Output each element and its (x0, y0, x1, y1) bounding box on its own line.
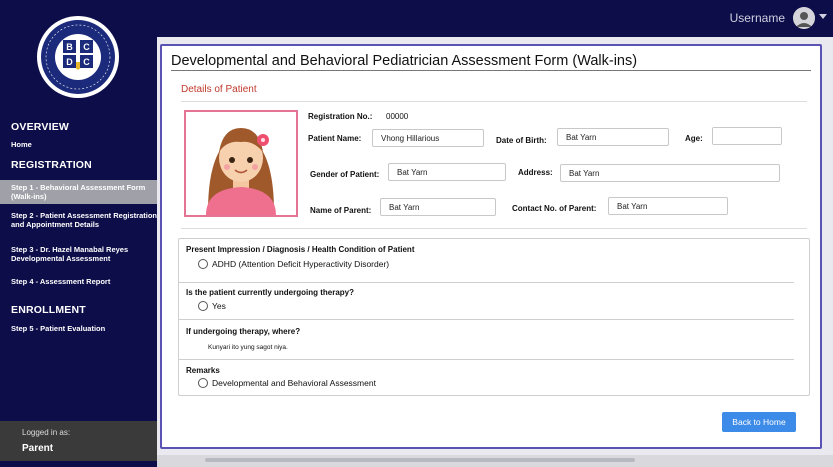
horizontal-scrollbar[interactable] (205, 458, 635, 462)
sidebar-item-step2[interactable]: Step 2 - Patient Assessment Registration… (0, 211, 157, 229)
logged-in-panel: Logged in as: Parent (0, 421, 157, 461)
section-title-details: Details of Patient (181, 84, 257, 95)
radio-remarks[interactable] (198, 378, 208, 388)
assessment-form-card: Developmental and Behavioral Pediatricia… (160, 44, 822, 449)
logged-in-label: Logged in as: (22, 428, 71, 437)
age-label: Age: (685, 134, 703, 143)
radio-adhd[interactable] (198, 259, 208, 269)
back-to-home-button[interactable]: Back to Home (722, 412, 796, 432)
info-divider (181, 228, 807, 229)
therapy-where-answer: Kunyari ito yung sagot niya. (208, 344, 288, 351)
svg-text:C: C (83, 57, 90, 67)
patient-photo (184, 110, 298, 217)
radio-yes[interactable] (198, 301, 208, 311)
sidebar-item-home[interactable]: Home (0, 140, 157, 149)
therapy-where-label: If undergoing therapy, where? (186, 327, 301, 336)
patient-name-label: Patient Name: (308, 134, 362, 143)
contact-label: Contact No. of Parent: (512, 204, 597, 213)
sidebar-item-step3[interactable]: Step 3 - Dr. Hazel Manabal Reyes Develop… (0, 245, 157, 263)
parent-name-field[interactable]: Bat Yarn (380, 198, 496, 216)
question-divider-2 (178, 319, 794, 320)
dob-field[interactable]: Bat Yarn (557, 128, 669, 146)
logged-in-role: Parent (22, 443, 54, 454)
username-label[interactable]: Username (730, 11, 785, 25)
remarks-label: Remarks (186, 366, 220, 375)
diagnosis-label: Present Impression / Diagnosis / Health … (186, 245, 415, 254)
gender-field[interactable]: Bat Yarn (388, 163, 506, 181)
sidebar-item-step5[interactable]: Step 5 - Patient Evaluation (0, 324, 157, 333)
top-bar: Username (157, 0, 833, 37)
therapy-option-yes[interactable]: Yes (198, 301, 226, 311)
overview-heading: OVERVIEW (11, 121, 70, 133)
registration-no-value: 00000 (386, 112, 409, 121)
remarks-option[interactable]: Developmental and Behavioral Assessment (198, 378, 376, 388)
age-field[interactable] (712, 127, 782, 145)
patient-name-field[interactable]: Vhong Hillarious (372, 129, 484, 147)
enrollment-heading: ENROLLMENT (11, 304, 86, 316)
dob-label: Date of Birth: (496, 136, 547, 145)
address-field[interactable]: Bat Yarn (560, 164, 780, 182)
question-divider-3 (178, 359, 794, 360)
therapy-question-label: Is the patient currently undergoing ther… (186, 288, 355, 297)
sidebar-item-step1[interactable]: Step 1 - Behavioral Assessment Form (Wal… (0, 180, 157, 204)
user-avatar-icon[interactable] (793, 7, 815, 29)
diagnosis-option-label: ADHD (Attention Deficit Hyperactivity Di… (212, 259, 390, 269)
chevron-down-icon[interactable] (819, 14, 827, 19)
registration-heading: REGISTRATION (11, 159, 92, 171)
diagnosis-option-adhd[interactable]: ADHD (Attention Deficit Hyperactivity Di… (198, 259, 389, 269)
app-window: { "sidebar": { "logo_text": "BCDC", "ove… (0, 0, 833, 467)
section-divider (181, 101, 807, 102)
title-divider (171, 70, 811, 71)
remarks-option-label: Developmental and Behavioral Assessment (212, 378, 376, 388)
page-title: Developmental and Behavioral Pediatricia… (171, 53, 638, 69)
svg-text:C: C (83, 42, 90, 52)
therapy-option-label: Yes (212, 301, 226, 311)
sidebar: B C D C OVERVIEW Home REGISTRATION Step … (0, 0, 157, 467)
svg-text:D: D (66, 57, 73, 67)
address-label: Address: (518, 168, 553, 177)
gender-label: Gender of Patient: (310, 170, 380, 179)
parent-name-label: Name of Parent: (310, 206, 372, 215)
bcdc-logo: B C D C (30, 12, 126, 102)
question-divider-1 (178, 282, 794, 283)
registration-no-label: Registration No.: (308, 112, 373, 121)
sidebar-item-step4[interactable]: Step 4 - Assessment Report (0, 277, 157, 286)
contact-field[interactable]: Bat Yarn (608, 197, 728, 215)
svg-text:B: B (66, 42, 73, 52)
